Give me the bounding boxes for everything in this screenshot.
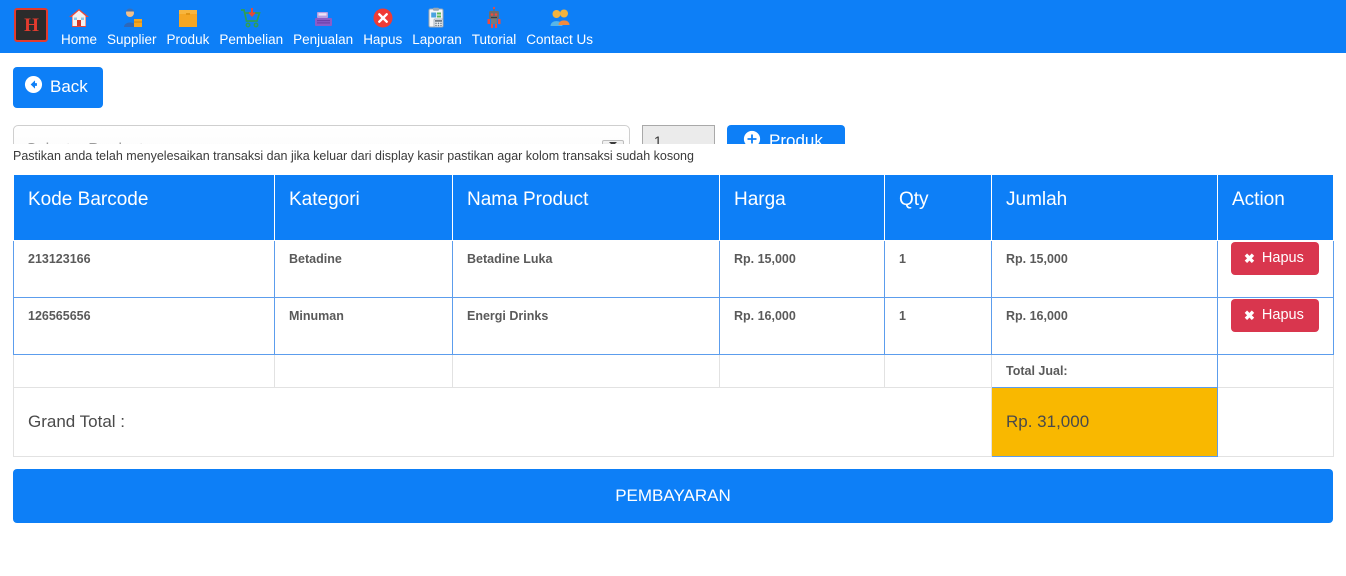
spacer-cell-7 (1217, 354, 1334, 388)
spacer-cell-3 (452, 354, 720, 388)
shopping-cart-download-icon (238, 5, 264, 31)
cell-qty: 1 (884, 240, 992, 298)
column-header-kategori: Kategori (274, 174, 453, 241)
package-box-icon (175, 5, 201, 31)
nav-item-tutorial[interactable]: Tutorial (467, 3, 522, 47)
delete-row-button[interactable]: ✖ Hapus (1231, 242, 1319, 275)
cell-qty: 1 (884, 297, 992, 355)
nav-label-supplier: Supplier (107, 32, 157, 47)
grand-total-spacer (1217, 387, 1334, 457)
total-jual-label: Total Jual: (991, 354, 1218, 388)
top-navbar: H Home Supplier Produk Pembelian Penjual… (0, 0, 1346, 53)
nav-item-penjualan[interactable]: Penjualan (288, 3, 358, 47)
two-people-icon (547, 5, 573, 31)
grand-total-row: Grand Total : Rp. 31,000 (13, 387, 1334, 457)
cell-harga: Rp. 16,000 (719, 297, 885, 355)
column-header-qty: Qty (884, 174, 992, 241)
cell-kategori: Minuman (274, 297, 453, 355)
nav-label-tutorial: Tutorial (471, 32, 517, 47)
arrow-circle-left-icon (24, 75, 43, 99)
app-logo[interactable]: H (14, 8, 48, 42)
nav-label-laporan: Laporan (412, 32, 462, 47)
back-button-container: Back (0, 53, 1346, 108)
spacer-cell-5 (884, 354, 992, 388)
cell-kategori: Betadine (274, 240, 453, 298)
nav-item-pembelian[interactable]: Pembelian (214, 3, 288, 47)
nav-label-pembelian: Pembelian (219, 32, 284, 47)
nav-label-hapus: Hapus (363, 32, 403, 47)
table-row: 126565656 Minuman Energi Drinks Rp. 16,0… (13, 297, 1334, 355)
cell-action: ✖ Hapus (1217, 240, 1334, 298)
nav-item-produk[interactable]: Produk (162, 3, 215, 47)
delete-row-label: Hapus (1261, 307, 1304, 323)
product-select[interactable]: Select a Product (13, 125, 630, 144)
column-header-nama-product: Nama Product (452, 174, 720, 241)
delete-row-label: Hapus (1261, 250, 1304, 266)
cell-kode-barcode: 213123166 (13, 240, 275, 298)
app-logo-letter: H (24, 14, 39, 36)
clipboard-calculator-icon (424, 5, 450, 31)
transaction-hint-text: Pastikan anda telah menyelesaikan transa… (13, 149, 694, 163)
back-button-label: Back (50, 77, 88, 96)
cell-jumlah: Rp. 16,000 (991, 297, 1218, 355)
cell-kode-barcode: 126565656 (13, 297, 275, 355)
cart-table-container: Kode Barcode Kategori Nama Product Harga… (0, 163, 1346, 457)
add-product-form: Select a Product Produk (0, 108, 1346, 144)
nav-item-supplier[interactable]: Supplier (102, 3, 162, 47)
nav-item-contact-us[interactable]: Contact Us (521, 3, 598, 47)
column-header-kode-barcode: Kode Barcode (13, 174, 275, 241)
nav-label-contact-us: Contact Us (526, 32, 594, 47)
nav-label-home: Home (61, 32, 98, 47)
spacer-cell-1 (13, 354, 275, 388)
close-icon: ✖ (1244, 307, 1255, 323)
grand-total-label: Grand Total : (13, 387, 992, 457)
column-header-harga: Harga (719, 174, 885, 241)
cash-register-icon (310, 5, 336, 31)
total-jual-row: Total Jual: (13, 354, 1334, 388)
quantity-input[interactable] (642, 125, 715, 144)
product-select-value: Select a Product (26, 141, 143, 145)
plus-circle-icon (743, 130, 761, 144)
grand-total-value: Rp. 31,000 (991, 387, 1218, 457)
add-produk-label: Produk (769, 131, 823, 144)
cell-action: ✖ Hapus (1217, 297, 1334, 355)
cell-nama-product: Energi Drinks (452, 297, 720, 355)
add-produk-button[interactable]: Produk (727, 125, 845, 144)
back-button[interactable]: Back (13, 67, 103, 108)
robot-icon (481, 5, 507, 31)
spacer-cell-4 (719, 354, 885, 388)
cart-table: Kode Barcode Kategori Nama Product Harga… (13, 174, 1334, 457)
table-row: 213123166 Betadine Betadine Luka Rp. 15,… (13, 240, 1334, 298)
nav-label-produk: Produk (166, 32, 210, 47)
worker-icon (119, 5, 145, 31)
payment-button[interactable]: PEMBAYARAN (13, 469, 1333, 523)
column-header-action: Action (1217, 174, 1334, 241)
nav-item-hapus[interactable]: Hapus (358, 3, 407, 47)
nav-label-penjualan: Penjualan (293, 32, 354, 47)
cell-nama-product: Betadine Luka (452, 240, 720, 298)
table-header-row: Kode Barcode Kategori Nama Product Harga… (13, 174, 1334, 241)
delete-row-button[interactable]: ✖ Hapus (1231, 299, 1319, 332)
red-x-circle-icon (370, 5, 396, 31)
column-header-jumlah: Jumlah (991, 174, 1218, 241)
cell-harga: Rp. 15,000 (719, 240, 885, 298)
payment-button-container: PEMBAYARAN (0, 457, 1346, 523)
nav-item-laporan[interactable]: Laporan (407, 3, 467, 47)
house-icon (66, 5, 92, 31)
close-icon: ✖ (1244, 250, 1255, 266)
spacer-cell-2 (274, 354, 453, 388)
cell-jumlah: Rp. 15,000 (991, 240, 1218, 298)
nav-item-home[interactable]: Home (56, 3, 102, 47)
chevron-down-icon[interactable] (602, 140, 624, 144)
